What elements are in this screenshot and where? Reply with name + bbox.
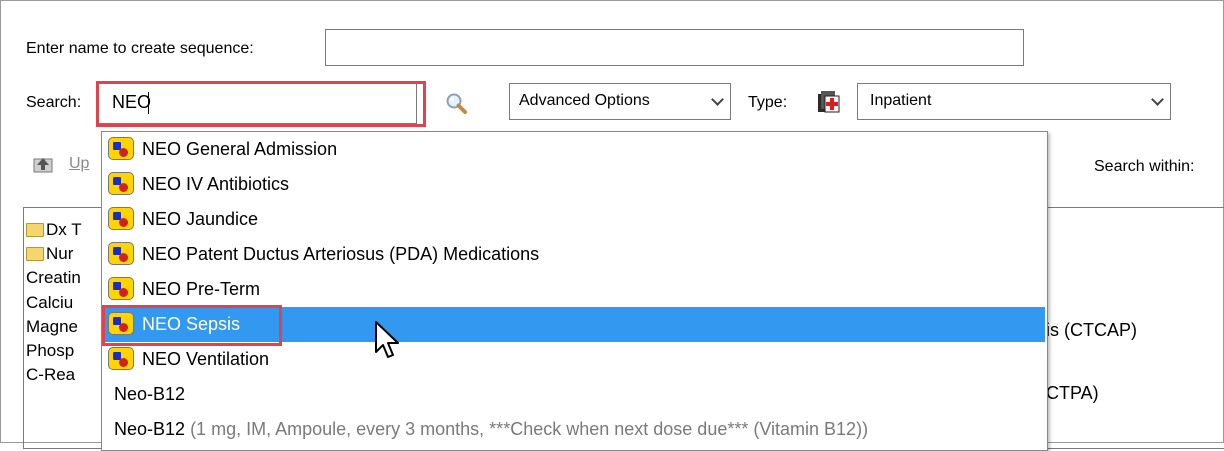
powerplan-icon [108,207,134,230]
tree-item[interactable]: Calciu [26,291,82,315]
suggestion-item[interactable]: NEO Patent Ductus Arteriosus (PDA) Medic… [102,237,1045,272]
tree-item-nur[interactable]: Nur [26,242,82,266]
tree-item[interactable]: Phosp [26,339,82,363]
chevron-down-icon [1151,93,1164,106]
mouse-cursor-icon [374,320,402,360]
advanced-options-label: Advanced Options [519,92,650,109]
tree-right-fragment: is (CTCAP) [1046,320,1137,340]
suggestion-item[interactable]: NEO General Admission [102,132,1045,167]
name-label: Enter name to create sequence: [26,40,254,57]
suggestion-item[interactable]: NEO Jaundice [102,202,1045,237]
search-suggestions-dropdown: NEO General Admission NEO IV Antibiotics… [101,131,1048,451]
suggestion-item[interactable]: Neo-B12 [102,377,1045,412]
powerplan-icon [108,172,134,195]
folder-icon [26,246,44,261]
suggestion-item[interactable]: Neo-B12 (1 mg, IM, Ampoule, every 3 mont… [102,412,1045,447]
suggestion-item[interactable]: NEO Pre-Term [102,272,1045,307]
tree-item-dx[interactable]: Dx T [26,218,82,242]
tree-list: Dx T Nur Creatin Calciu Magne Phosp C-Re… [26,218,82,387]
search-label: Search: [26,94,82,111]
advanced-options-select[interactable]: Advanced Options [509,83,731,120]
tree-item[interactable]: Creatin [26,266,82,290]
magnifier-icon[interactable] [444,92,468,116]
type-value: Inpatient [870,92,932,109]
powerplan-icon [108,277,134,300]
powerplan-icon [108,242,134,265]
tree-item[interactable]: Magne [26,315,82,339]
powerplan-icon [108,137,134,160]
chevron-down-icon [711,93,724,106]
tree-right-fragment: CTPA) [1046,383,1099,403]
search-within-label: Search within: [1094,158,1195,175]
suggestion-item[interactable]: NEO IV Antibiotics [102,167,1045,202]
up-button[interactable]: Up [69,155,89,173]
type-plan-icon [815,88,843,116]
suggestion-item[interactable]: NEO Ventilation [102,342,1045,377]
type-select[interactable]: Inpatient [857,83,1171,120]
sequence-name-input[interactable] [325,29,1024,66]
tree-item[interactable]: C-Rea [26,363,82,387]
search-highlight [96,81,426,127]
folder-up-icon[interactable] [33,155,53,173]
powerplan-icon [108,347,134,370]
type-label: Type: [748,94,788,111]
folder-icon [26,222,44,237]
selection-highlight [102,305,282,346]
